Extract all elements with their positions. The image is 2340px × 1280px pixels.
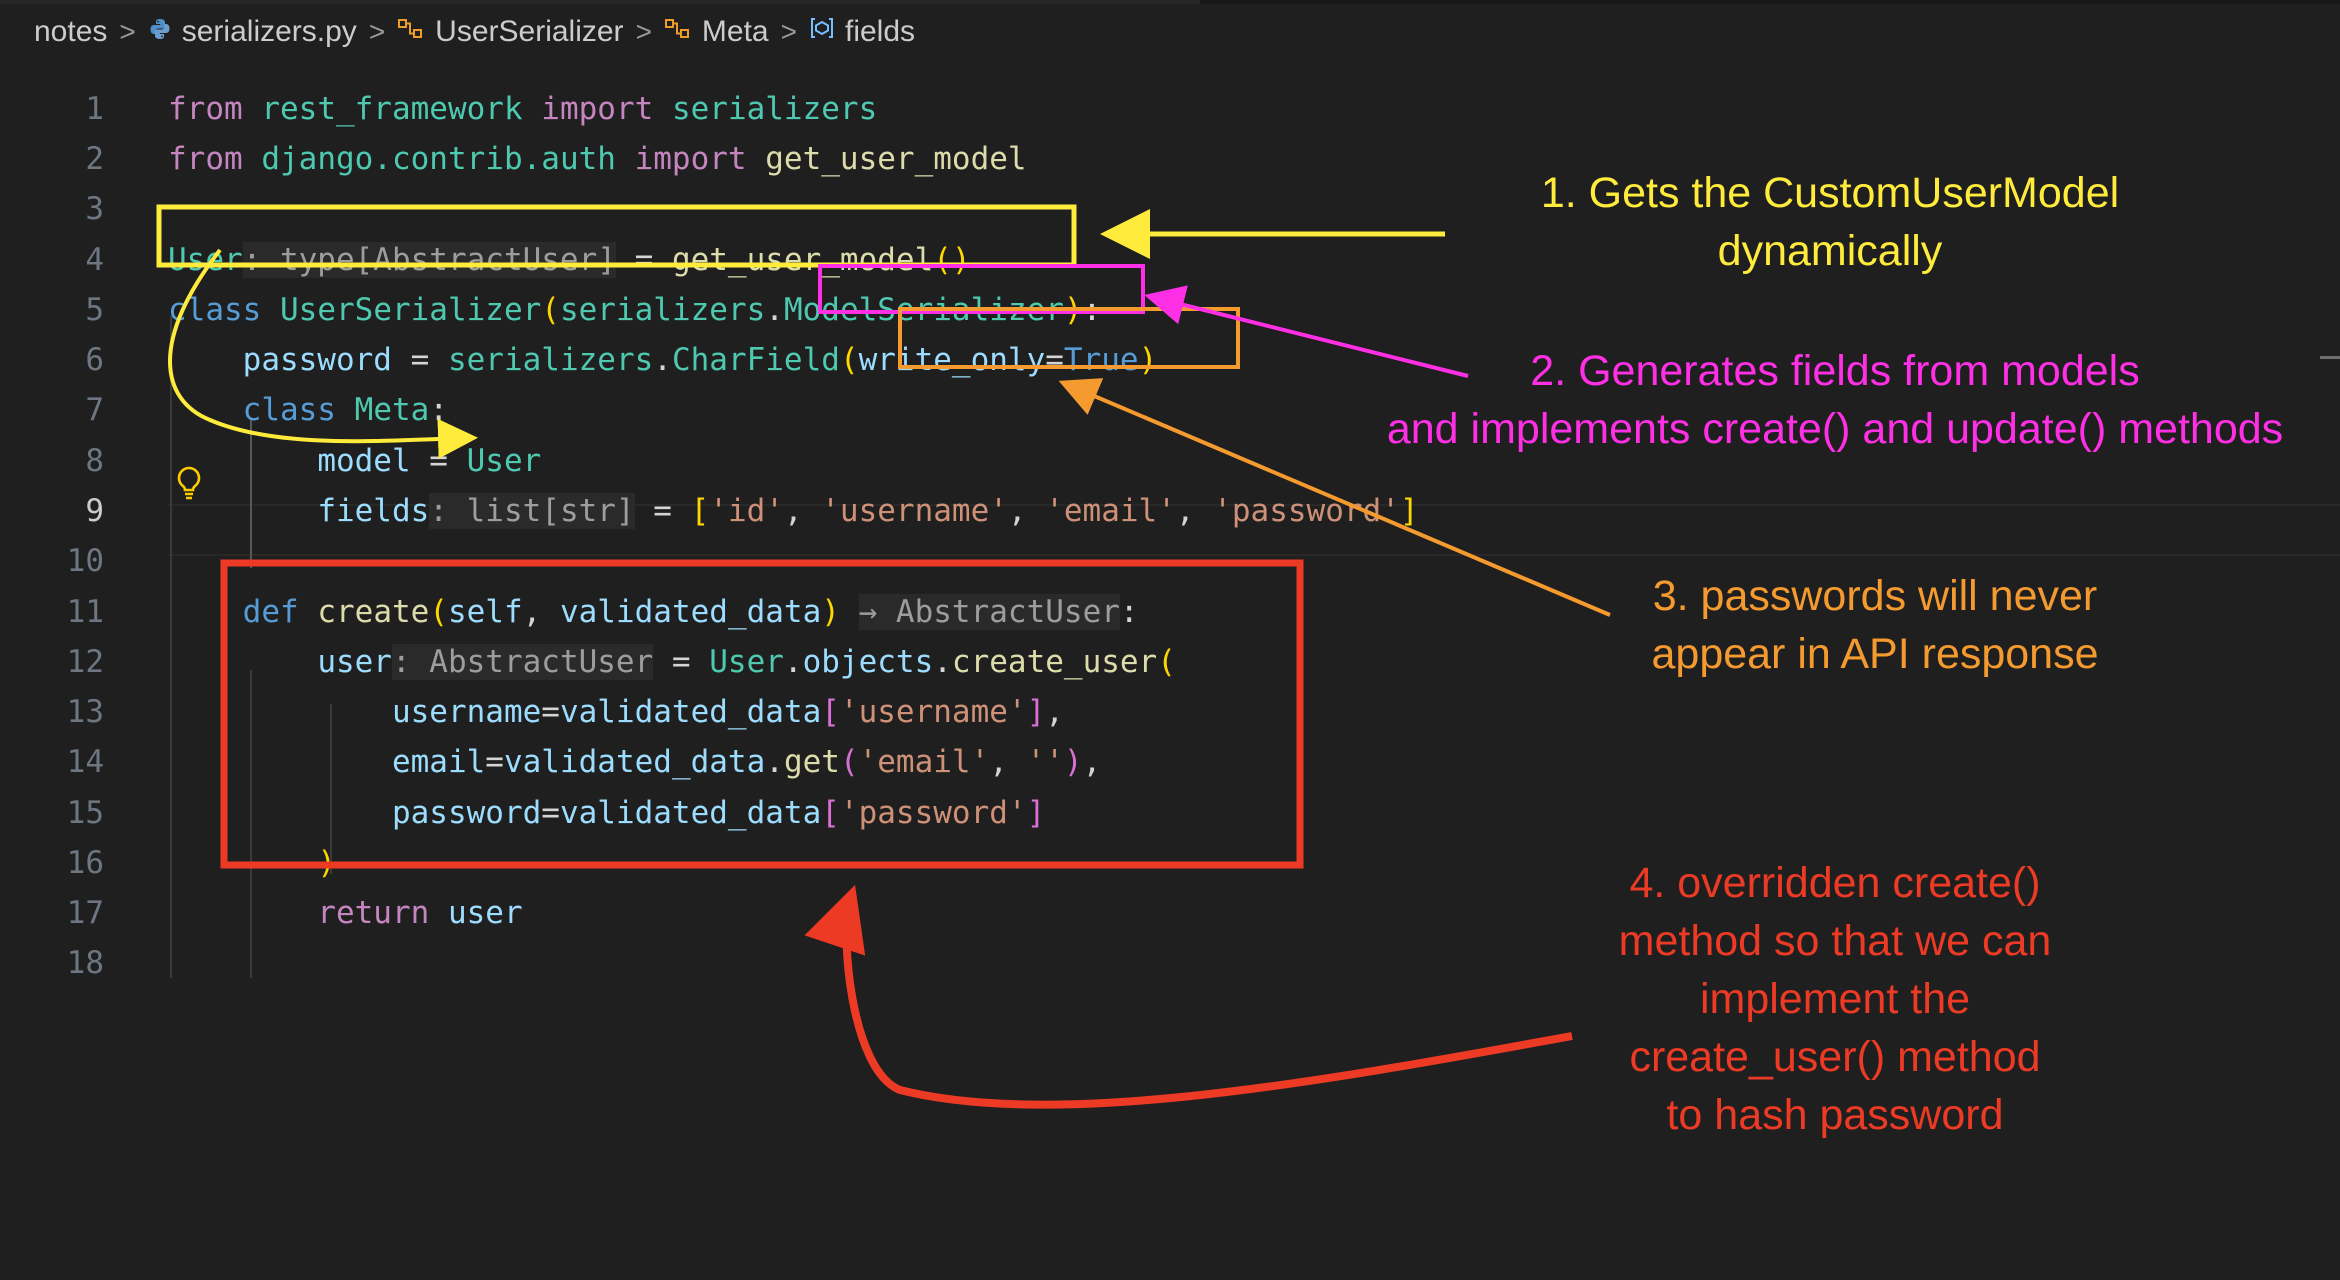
vscode-editor-window: notes > serializers.py > UserSerializer … [0, 0, 2340, 1280]
code-line-16[interactable]: ) [168, 838, 336, 888]
breadcrumb-separator: > [368, 16, 386, 47]
breadcrumb: notes > serializers.py > UserSerializer … [34, 10, 915, 54]
code-line-7[interactable]: class Meta: [168, 385, 448, 435]
line-number-active: 9 [85, 493, 104, 529]
code-line-5[interactable]: class UserSerializer(serializers.ModelSe… [168, 285, 1101, 335]
tab-bar-edge [0, 0, 2340, 4]
python-icon [148, 15, 172, 49]
annotation-line: implement the [1699, 975, 1971, 1023]
line-number: 3 [85, 191, 104, 227]
annotation-2-text: 2. Generates fields from models and impl… [1330, 342, 2340, 458]
line-number: 7 [85, 392, 104, 428]
annotation-line: and implements create() and update() met… [1386, 405, 2284, 453]
line-number: 12 [66, 644, 104, 680]
line-number: 15 [66, 795, 104, 831]
code-line-17[interactable]: return user [168, 888, 522, 938]
line-number: 17 [66, 895, 104, 931]
line-number: 16 [66, 845, 104, 881]
code-line-12[interactable]: user: AbstractUser = User.objects.create… [168, 637, 1176, 687]
code-line-6[interactable]: password = serializers.CharField(write_o… [168, 335, 1158, 385]
line-number: 4 [85, 242, 104, 278]
annotation-line: 3. passwords will never [1652, 572, 2098, 620]
code-line-15[interactable]: password=validated_data['password'] [168, 788, 1045, 838]
annotation-line: dynamically [1717, 227, 1943, 275]
breadcrumb-item-file[interactable]: serializers.py [148, 15, 357, 49]
annotation-1-text: 1. Gets the CustomUserModel dynamically [1360, 164, 2300, 280]
line-number: 14 [66, 744, 104, 780]
lightbulb-icon[interactable] [174, 464, 204, 504]
breadcrumb-item-class[interactable]: UserSerializer [397, 15, 624, 49]
breadcrumb-separator: > [780, 16, 797, 47]
code-line-11[interactable]: def create(self, validated_data) → Abstr… [168, 587, 1139, 637]
code-line-14[interactable]: email=validated_data.get('email', ''), [168, 737, 1101, 787]
code-line-1[interactable]: from rest_framework import serializers [168, 84, 877, 134]
line-number: 18 [66, 945, 104, 981]
breadcrumb-item-meta[interactable]: Meta [664, 15, 769, 49]
line-number: 6 [85, 342, 104, 378]
annotation-line: appear in API response [1651, 630, 2099, 678]
annotation-line: 1. Gets the CustomUserModel [1540, 169, 2120, 217]
breadcrumb-label: notes [34, 15, 108, 48]
annotation-line: create_user() method [1629, 1033, 2041, 1081]
annotation-4-text: 4. overridden create() method so that we… [1530, 854, 2140, 1144]
line-number: 11 [66, 594, 104, 630]
line-number: 13 [66, 694, 104, 730]
class-symbol-icon [397, 15, 425, 49]
code-line-9[interactable]: fields: list[str] = ['id', 'username', '… [168, 486, 1419, 536]
line-number: 5 [85, 292, 104, 328]
annotation-line: to hash password [1666, 1091, 2004, 1139]
line-number: 8 [85, 443, 104, 479]
breadcrumb-label: fields [844, 15, 916, 48]
breadcrumb-item-fields[interactable]: fields [809, 15, 915, 49]
code-line-13[interactable]: username=validated_data['username'], [168, 687, 1064, 737]
breadcrumb-label: serializers.py [181, 15, 357, 48]
code-line-8[interactable]: model = User [168, 436, 541, 486]
line-number: 2 [85, 141, 104, 177]
line-number: 10 [66, 543, 104, 579]
breadcrumb-item-notes[interactable]: notes [34, 15, 107, 49]
annotation-3-text: 3. passwords will never appear in API re… [1560, 567, 2190, 683]
annotation-line: 2. Generates fields from models [1530, 347, 2140, 395]
breadcrumb-label: Meta [701, 15, 769, 48]
annotation-line: 4. overridden create() [1629, 859, 2041, 907]
breadcrumb-separator: > [119, 16, 136, 47]
field-symbol-icon [809, 15, 835, 49]
line-number: 1 [85, 91, 104, 127]
breadcrumb-label: UserSerializer [435, 15, 624, 48]
code-line-4[interactable]: User: type[AbstractUser] = get_user_mode… [168, 235, 971, 285]
annotation-line: method so that we can [1618, 917, 2052, 965]
breadcrumb-separator: > [635, 16, 652, 47]
class-symbol-icon [664, 15, 692, 49]
code-line-2[interactable]: from django.contrib.auth import get_user… [168, 134, 1027, 184]
